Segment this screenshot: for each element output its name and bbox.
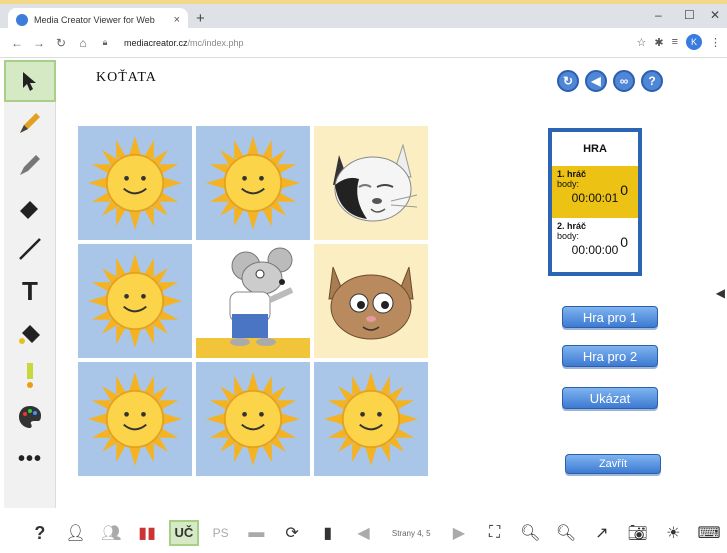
pointer-tool-icon[interactable] xyxy=(4,60,56,102)
document-icon[interactable]: ▮ xyxy=(310,523,346,543)
back-arrow-icon[interactable]: ← xyxy=(6,36,28,50)
extensions-icon[interactable]: ✱ xyxy=(654,36,663,49)
eraser-tool-icon[interactable] xyxy=(4,186,56,228)
card-cat-brown[interactable] xyxy=(314,244,428,358)
zoom-out-icon[interactable]: 🔍︎ xyxy=(512,523,548,543)
rotate-icon[interactable]: ⟳ xyxy=(274,523,310,543)
play-two-button[interactable]: Hra pro 2 xyxy=(562,345,658,367)
lock-icon: 🔒︎ xyxy=(102,37,108,47)
close-window-button[interactable]: ✕ xyxy=(710,8,720,22)
bottom-toolbar: ? 👤︎ 👥︎ ▮▮ UČ PS ▬ ⟳ ▮ ◀ Strany 4, 5 ▶ ⛶… xyxy=(0,513,727,553)
tab-close-icon[interactable]: × xyxy=(174,14,180,26)
menu-dots-icon[interactable]: ⋮ xyxy=(710,36,721,49)
card-sun[interactable] xyxy=(196,126,310,240)
card-sun[interactable] xyxy=(78,362,192,476)
sun-icon xyxy=(206,136,300,230)
forward-arrow-icon[interactable]: → xyxy=(28,36,50,50)
url-path: /mc/index.php xyxy=(187,37,244,48)
uc-mode-button[interactable]: UČ xyxy=(168,520,199,546)
library-icon[interactable]: ▮▮ xyxy=(129,523,165,543)
points-value: 0 xyxy=(620,234,628,250)
text-tool-icon[interactable]: T xyxy=(4,270,56,312)
url-host: mediacreator.cz xyxy=(124,37,188,48)
top-tools: ↻ ◀ ∞ ? xyxy=(557,70,663,92)
card-sun[interactable] xyxy=(196,362,310,476)
reading-list-icon[interactable]: ≡ xyxy=(672,36,678,48)
memory-grid xyxy=(78,126,428,476)
link-icon[interactable]: ∞ xyxy=(613,70,635,92)
sun-icon xyxy=(88,136,182,230)
profile-avatar[interactable]: K xyxy=(686,34,702,50)
player-name: 2. hráč xyxy=(557,221,587,231)
help-question-icon[interactable]: ? xyxy=(22,523,58,544)
marker-tool-icon[interactable] xyxy=(4,144,56,186)
sound-icon[interactable]: ◀ xyxy=(585,70,607,92)
sun-icon xyxy=(88,254,182,348)
player-name: 1. hráč xyxy=(557,169,587,179)
black-white-cat-icon xyxy=(333,143,418,222)
app-area: T ••• KOŤATA ↻ ◀ ∞ ? HRA 1. hráč body: 0… xyxy=(0,58,727,553)
points-value: 0 xyxy=(620,182,628,198)
line-tool-icon[interactable] xyxy=(4,228,56,270)
page-title: KOŤATA xyxy=(96,70,157,85)
reload-icon[interactable]: ↻ xyxy=(50,36,72,50)
browser-tabbar: Media Creator Viewer for Web × + – ☐ ✕ xyxy=(0,0,727,32)
minimize-button[interactable]: – xyxy=(655,8,662,22)
home-icon[interactable]: ⌂ xyxy=(72,36,94,50)
sun-icon xyxy=(324,372,418,466)
brown-cat-icon xyxy=(328,266,414,340)
page-indicator: Strany 4, 5 xyxy=(391,528,431,538)
player-2-score: 2. hráč body: 0 00:00:00 xyxy=(552,218,638,270)
brightness-icon[interactable]: ☀ xyxy=(655,523,691,543)
left-toolbar: T ••• xyxy=(4,60,56,508)
fill-tool-icon[interactable] xyxy=(4,312,56,354)
palette-tool-icon[interactable] xyxy=(4,396,56,438)
mouse-icon xyxy=(196,247,310,358)
bookmark-star-icon[interactable]: ☆ xyxy=(636,36,646,49)
show-button[interactable]: Ukázat xyxy=(562,387,658,409)
player-1-score: 1. hráč body: 0 00:00:01 xyxy=(552,166,638,218)
ps-mode-button[interactable]: PS xyxy=(203,526,239,540)
folder-icon[interactable]: ▬ xyxy=(238,524,274,542)
card-sun[interactable] xyxy=(78,244,192,358)
fullscreen-icon[interactable]: ⛶ xyxy=(477,524,513,542)
collapse-panel-icon[interactable]: ◀ xyxy=(716,286,725,300)
close-button[interactable]: Zavřít xyxy=(565,454,661,474)
play-one-button[interactable]: Hra pro 1 xyxy=(562,306,658,328)
restart-icon[interactable]: ↻ xyxy=(557,70,579,92)
more-tools-icon[interactable]: ••• xyxy=(4,438,56,480)
url-field[interactable]: mediacreator.cz/mc/index.php xyxy=(124,38,244,48)
address-bar: ← → ↻ ⌂ 🔒︎ mediacreator.cz/mc/index.php … xyxy=(0,28,727,58)
sun-icon xyxy=(206,372,300,466)
highlighter-tool-icon[interactable] xyxy=(4,354,56,396)
help-icon[interactable]: ? xyxy=(641,70,663,92)
card-cat-black-white[interactable] xyxy=(314,126,428,240)
teacher-icon[interactable]: 👤︎ xyxy=(58,523,94,543)
new-tab-button[interactable]: + xyxy=(196,10,205,27)
tab-title: Media Creator Viewer for Web xyxy=(34,15,155,25)
share-icon[interactable]: ↗ xyxy=(584,523,620,543)
zoom-in-icon[interactable]: 🔍︎ xyxy=(548,523,584,543)
card-sun[interactable] xyxy=(78,126,192,240)
previous-page-icon[interactable]: ◀ xyxy=(346,523,382,543)
sun-icon xyxy=(88,372,182,466)
students-icon[interactable]: 👥︎ xyxy=(93,523,129,543)
keyboard-icon[interactable]: ⌨ xyxy=(691,523,727,543)
score-panel-heading: HRA xyxy=(583,143,607,155)
pencil-tool-icon[interactable] xyxy=(4,102,56,144)
card-sun[interactable] xyxy=(314,362,428,476)
site-favicon-icon xyxy=(16,14,28,26)
card-mouse[interactable] xyxy=(196,244,310,358)
camera-icon[interactable]: 📷︎ xyxy=(620,523,656,543)
next-page-icon[interactable]: ▶ xyxy=(441,523,477,543)
score-panel: HRA 1. hráč body: 0 00:00:01 2. hráč bod… xyxy=(548,128,642,276)
maximize-button[interactable]: ☐ xyxy=(684,8,695,22)
